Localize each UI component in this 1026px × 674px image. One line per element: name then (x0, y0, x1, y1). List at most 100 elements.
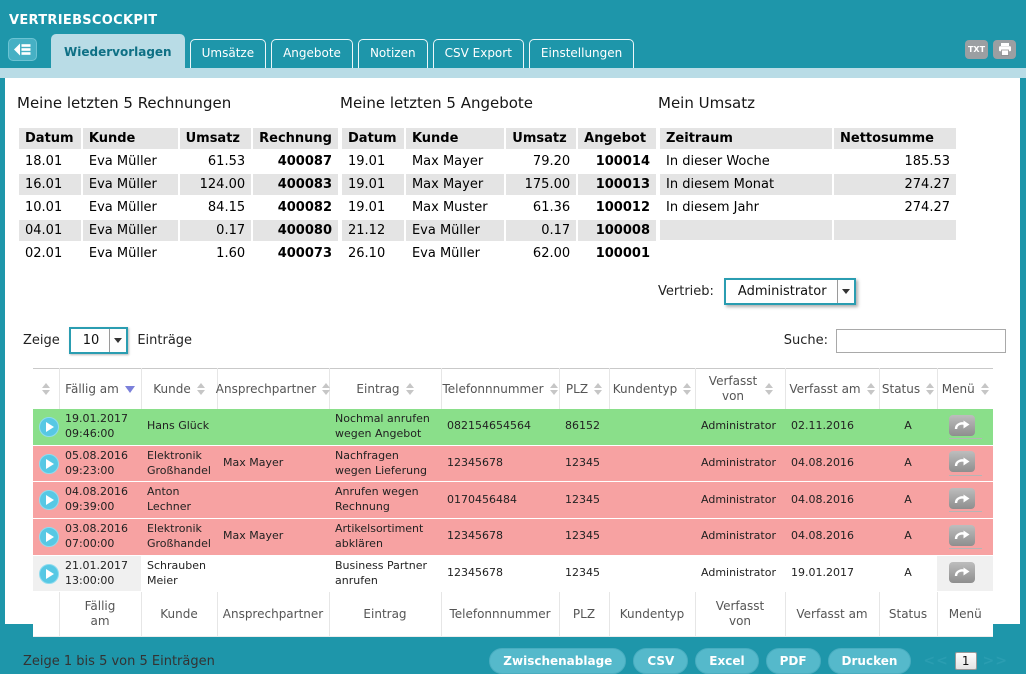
table-row: 19.01.201709:46:00 Hans Glück Nochmal an… (33, 409, 993, 445)
vertrieb-select[interactable]: Administrator (724, 278, 856, 305)
table-row: 18.01Eva Müller61.53400087 (19, 151, 338, 172)
col-header-ansprechpartner[interactable]: Ansprechpartner (217, 369, 329, 410)
collapse-sidebar-button[interactable] (8, 38, 37, 61)
footer-verfasst-am: Verfasst am (785, 592, 879, 637)
col-header-eintrag[interactable]: Eintrag (329, 369, 441, 410)
col-header-kundentyp[interactable]: Kundentyp (609, 369, 695, 410)
csv-button[interactable]: CSV (633, 648, 688, 674)
prev-page-button[interactable]: << (923, 653, 948, 669)
tab-angebote[interactable]: Angebote (271, 39, 353, 68)
redo-arrow-icon (954, 419, 970, 431)
row-menu-button[interactable] (949, 451, 975, 472)
main-table-footer-row: Fällig am Kunde Ansprechpartner Eintrag … (33, 592, 993, 637)
panel-title-revenue: Mein Umsatz (658, 94, 1010, 112)
table-row: 21.12Eva Müller0.17100008 (342, 220, 656, 241)
col-header-verfasst-am[interactable]: Verfasst am (785, 369, 879, 410)
export-buttons: Zwischenablage CSV Excel PDF Drucken (489, 648, 911, 674)
row-menu-button[interactable] (949, 415, 975, 436)
expand-row-button[interactable] (39, 417, 59, 437)
footer-kundentyp: Kundentyp (609, 592, 695, 637)
tab-csv-export[interactable]: CSV Export (433, 39, 524, 68)
page-size-select[interactable]: 10 (69, 327, 129, 354)
col-header-verfasst-von[interactable]: Verfasst von (695, 369, 785, 410)
page-size-controls: Zeige 10 Einträge (23, 327, 784, 354)
search-label: Suche: (784, 333, 828, 348)
col-header-expand[interactable] (33, 369, 59, 410)
pagination: << 1 >> (923, 652, 1008, 670)
col-header-plz[interactable]: PLZ (559, 369, 609, 410)
expand-row-button[interactable] (39, 527, 59, 547)
table-row: 04.01Eva Müller0.17400080 (19, 220, 338, 241)
next-page-button[interactable]: >> (983, 653, 1008, 669)
expand-row-button[interactable] (39, 490, 59, 510)
entries-label: Einträge (137, 333, 192, 348)
excel-button[interactable]: Excel (695, 648, 758, 674)
clipboard-button[interactable]: Zwischenablage (489, 648, 626, 674)
corner-icons: TXT (965, 40, 1016, 59)
expand-row-button[interactable] (39, 564, 59, 584)
print-button[interactable] (993, 40, 1016, 59)
col-angebot: Angebot (578, 128, 656, 149)
table-row: In diesem Jahr274.27 (660, 197, 956, 218)
footer-plz: PLZ (559, 592, 609, 637)
table-header-row: Datum Kunde Umsatz Rechnung (19, 128, 338, 149)
main-content: Meine letzten 5 Rechnungen Datum Kunde U… (5, 78, 1020, 624)
pdf-button[interactable]: PDF (766, 648, 821, 674)
footer-telefonnummer: Telefonnnummer (441, 592, 559, 637)
play-icon (46, 569, 54, 579)
top-bar: VERTRIEBSCOCKPIT (0, 0, 1026, 30)
tab-umsaetze[interactable]: Umsätze (190, 39, 266, 68)
play-icon (46, 422, 54, 432)
table-row: 10.01Eva Müller84.15400082 (19, 197, 338, 218)
table-row: 04.08.201609:39:00 Anton Lechner Anrufen… (33, 482, 993, 519)
footer-verfasst-von: Verfasst von (695, 592, 785, 637)
vertrieb-label: Vertrieb: (658, 284, 714, 299)
col-header-telefonnummer[interactable]: Telefonnnummer (441, 369, 559, 410)
panel-title-offers: Meine letzten 5 Angebote (340, 94, 658, 112)
col-header-kunde[interactable]: Kunde (141, 369, 217, 410)
sort-icon (197, 383, 205, 395)
sort-icon (765, 383, 773, 395)
col-kunde: Kunde (83, 128, 178, 149)
offers-table: Datum Kunde Umsatz Angebot 19.01Max Maye… (340, 126, 658, 266)
col-rechnung: Rechnung (253, 128, 338, 149)
col-header-menue[interactable]: Menü (937, 369, 993, 410)
expand-row-button[interactable] (39, 454, 59, 474)
table-row: 02.01Eva Müller1.60400073 (19, 243, 338, 264)
page-number[interactable]: 1 (955, 652, 977, 670)
table-controls: Zeige 10 Einträge Suche: (17, 327, 1010, 354)
txt-export-button[interactable]: TXT (965, 40, 988, 59)
col-kunde: Kunde (406, 128, 504, 149)
sort-icon (594, 383, 602, 395)
print-table-button[interactable]: Drucken (828, 648, 912, 674)
table-row: 03.08.201607:00:00 Elektronik Großhandel… (33, 519, 993, 556)
col-header-status[interactable]: Status (879, 369, 937, 410)
app-root: { "app": { "title": "VERTRIEBSCOCKPIT" }… (0, 0, 1026, 624)
row-menu-button[interactable] (949, 562, 975, 583)
col-header-faellig-am[interactable]: Fällig am (59, 369, 141, 410)
bottom-bar: Zeige 1 bis 5 von 5 Einträgen Zwischenab… (17, 648, 1010, 674)
wiedervorlagen-table: Fällig am Kunde Ansprechpartner Eintrag … (33, 368, 993, 637)
table-row: 26.10Eva Müller62.00100001 (342, 243, 656, 264)
footer-expand (33, 592, 59, 637)
col-datum: Datum (19, 128, 81, 149)
table-row: In diesem Monat274.27 (660, 174, 956, 195)
tab-list: Wiedervorlagen Umsätze Angebote Notizen … (51, 34, 634, 68)
search-input[interactable] (836, 329, 1006, 353)
sort-icon (42, 383, 50, 395)
collapse-icon (14, 43, 31, 56)
col-nettosumme: Nettosumme (834, 128, 956, 149)
row-menu-button[interactable] (949, 488, 975, 509)
table-info: Zeige 1 bis 5 von 5 Einträgen (23, 654, 489, 669)
play-icon (46, 532, 54, 542)
tab-wiedervorlagen[interactable]: Wiedervorlagen (51, 34, 185, 68)
footer-eintrag: Eintrag (329, 592, 441, 637)
sort-icon (926, 383, 934, 395)
table-row (660, 220, 956, 240)
tab-einstellungen[interactable]: Einstellungen (529, 39, 634, 68)
play-icon (46, 495, 54, 505)
redo-arrow-icon (954, 529, 970, 541)
tab-notizen[interactable]: Notizen (358, 39, 428, 68)
row-menu-button[interactable] (949, 525, 975, 546)
search-controls: Suche: (784, 329, 1006, 353)
